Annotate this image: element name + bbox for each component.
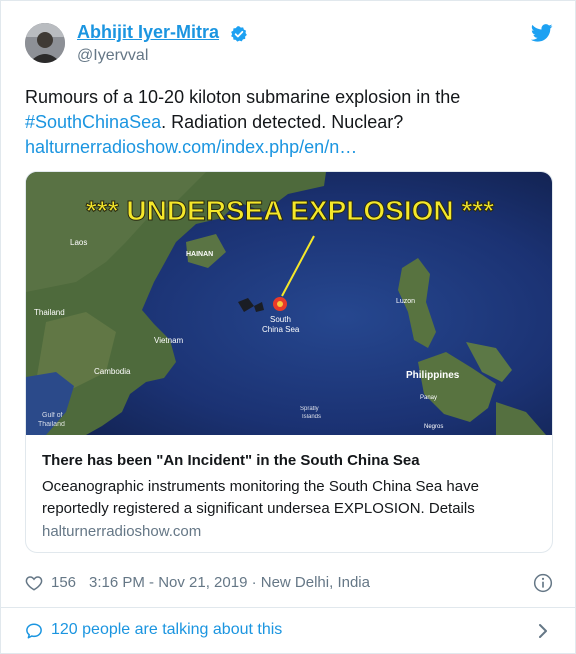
chevron-right-icon[interactable]: [537, 623, 549, 639]
like-count[interactable]: 156: [51, 574, 76, 591]
twitter-bird-icon[interactable]: [531, 24, 553, 42]
map-label-laos: Laos: [70, 238, 87, 247]
map-label-luzon: Luzon: [396, 298, 415, 305]
map-label-vietnam: Vietnam: [154, 336, 184, 345]
map-label-scs-2: China Sea: [262, 325, 300, 334]
talking-count-text[interactable]: 120 people are talking about this: [51, 621, 282, 639]
map-label-thailand: Thailand: [34, 308, 65, 317]
conversation-link[interactable]: 120 people are talking about this: [25, 620, 553, 642]
map-label-spratly-1: Spratly: [300, 406, 319, 412]
author-name[interactable]: Abhijit Iyer-Mitra: [77, 22, 219, 43]
hashtag-link[interactable]: #SouthChinaSea: [25, 112, 161, 132]
map-label-gulf-2: Thailand: [38, 421, 65, 428]
map-label-panay: Panay: [420, 395, 437, 401]
tweet-text: Rumours of a 10-20 kiloton submarine exp…: [25, 85, 545, 160]
tweet-url-link[interactable]: halturnerradioshow.com/index.php/en/n…: [25, 135, 545, 160]
image-headline: *** UNDERSEA EXPLOSION ***: [86, 195, 494, 226]
avatar[interactable]: [25, 23, 65, 63]
info-icon[interactable]: [533, 573, 553, 593]
map-label-hainan: HAINAN: [186, 251, 213, 258]
card-description: Oceanographic instruments monitoring the…: [42, 478, 479, 517]
map-label-spratly-2: Islands: [302, 414, 321, 420]
map-label-scs-1: South: [270, 315, 291, 324]
tweet-line-2: #SouthChinaSea. Radiation detected. Nucl…: [25, 110, 545, 135]
map-label-negros: Negros: [424, 424, 443, 430]
author-handle[interactable]: @Iyervval: [77, 47, 148, 65]
card-map-image: *** UNDERSEA EXPLOSION *** Laos HAINAN T…: [26, 172, 552, 435]
tweet-card: Abhijit Iyer-Mitra @Iyervval Rumours of …: [0, 0, 576, 654]
verified-badge-icon: [231, 26, 247, 42]
map-label-philippines: Philippines: [406, 370, 460, 381]
map-label-cambodia: Cambodia: [94, 367, 131, 376]
card-domain: halturnerradioshow.com: [42, 523, 202, 540]
divider: [1, 607, 576, 608]
link-preview-card[interactable]: *** UNDERSEA EXPLOSION *** Laos HAINAN T…: [25, 171, 553, 553]
map-label-gulf-1: Gulf of: [42, 412, 63, 419]
tweet-timestamp[interactable]: 3:16 PM - Nov 21, 2019 · New Delhi, Indi…: [89, 574, 370, 591]
heart-icon[interactable]: [25, 574, 43, 592]
card-title[interactable]: There has been "An Incident" in the Sout…: [42, 452, 420, 469]
tweet-meta: 156 3:16 PM - Nov 21, 2019 · New Delhi, …: [25, 573, 553, 593]
tweet-line-1: Rumours of a 10-20 kiloton submarine exp…: [25, 87, 461, 107]
comment-bubble-icon: [26, 623, 42, 639]
tweet-line-2-text: . Radiation detected. Nuclear?: [161, 112, 404, 132]
